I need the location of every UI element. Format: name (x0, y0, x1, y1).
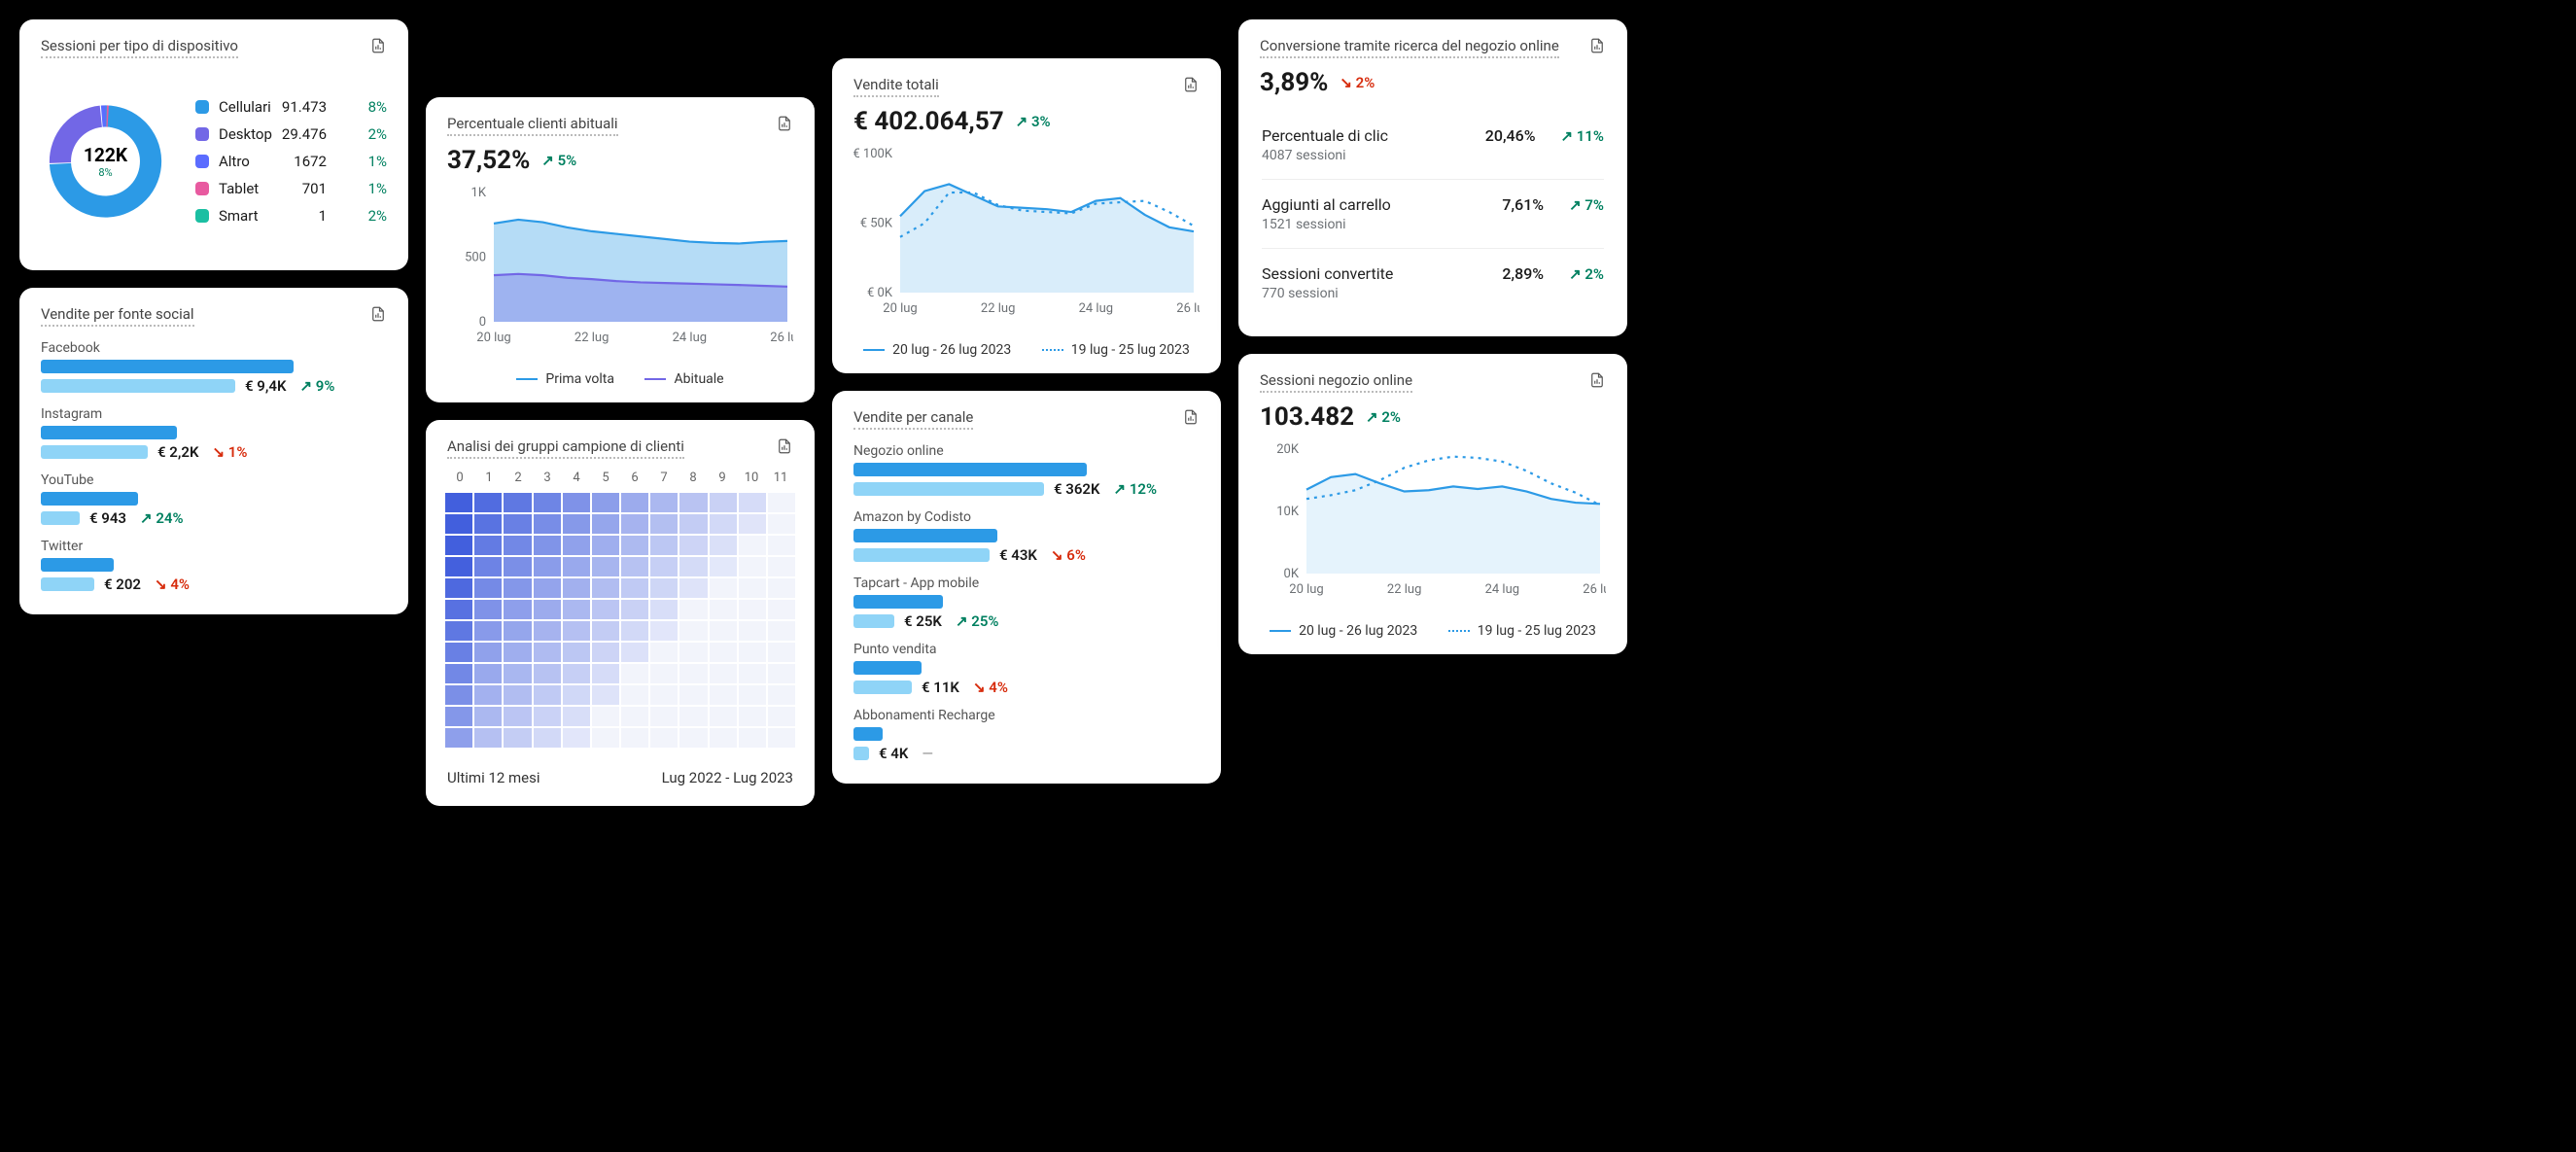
report-icon[interactable] (1182, 408, 1200, 426)
report-icon[interactable] (369, 305, 387, 323)
totalsales-chart: € 100K € 50K € 0K20 lug 22 lug 24 lug 26 lug (853, 146, 1200, 316)
bar-group: Tapcart - App mobile € 25K25% (853, 568, 1200, 630)
bar-group: Instagram € 2,2K1% (41, 399, 387, 461)
svg-text:500: 500 (465, 251, 486, 265)
card-title: Conversione tramite ricerca del negozio … (1260, 37, 1559, 58)
cohort-footer-right: Lug 2022 - Lug 2023 (662, 769, 793, 786)
svg-text:€ 100K: € 100K (853, 147, 893, 161)
svg-text:22 lug: 22 lug (1387, 582, 1421, 597)
card-cohort: Analisi dei gruppi campione di clienti 0… (426, 420, 815, 806)
card-title: Sessioni per tipo di dispositivo (41, 37, 238, 58)
bar-group: Facebook € 9,4K9% (41, 332, 387, 395)
card-sessions-by-device: Sessioni per tipo di dispositivo 122K 8%… (19, 19, 408, 270)
bar-group: Negozio online € 362K12% (853, 436, 1200, 498)
svg-text:€ 50K: € 50K (860, 217, 893, 231)
donut-legend: Cellulari91.4738%Desktop29.4762%Altro167… (195, 93, 387, 229)
conversion-delta: 2% (1340, 74, 1375, 91)
report-icon[interactable] (1588, 371, 1606, 389)
card-total-sales: Vendite totali € 402.064,57 3% € 100K € 5… (832, 58, 1221, 373)
svg-text:22 lug: 22 lug (574, 331, 609, 345)
card-sales-by-social: Vendite per fonte social Facebook € 9,4K… (19, 288, 408, 614)
svg-text:€ 0K: € 0K (867, 286, 893, 300)
legend-row: Desktop29.4762% (195, 121, 387, 148)
report-icon[interactable] (369, 37, 387, 54)
repeat-value: 37,52% (447, 146, 530, 175)
conversion-row: Sessioni convertite770 sessioni 2,89%2% (1262, 248, 1604, 317)
bar-group: Amazon by Codisto € 43K6% (853, 502, 1200, 564)
report-icon[interactable] (776, 115, 793, 132)
totalsales-legend: 20 lug - 26 lug 2023 19 lug - 25 lug 202… (832, 330, 1221, 373)
card-title: Percentuale clienti abituali (447, 115, 618, 136)
legend-row: Cellulari91.4738% (195, 93, 387, 121)
sessions-value: 103.482 (1260, 402, 1354, 432)
totalsales-delta: 3% (1016, 113, 1051, 130)
repeat-delta: 5% (541, 152, 576, 169)
svg-text:20 lug: 20 lug (1289, 582, 1323, 597)
donut-center-delta: 8% (98, 166, 112, 179)
svg-text:10K: 10K (1276, 505, 1300, 519)
sessions-chart: 20K 10K 0K20 lug 22 lug 24 lug 26 lug (1260, 441, 1606, 597)
donut-chart: 122K 8% (41, 74, 170, 249)
svg-text:26 lug: 26 lug (1583, 582, 1606, 597)
svg-text:20 lug: 20 lug (883, 301, 917, 316)
legend-row: Tablet7011% (195, 175, 387, 202)
svg-text:20 lug: 20 lug (476, 331, 510, 345)
svg-text:26 lug: 26 lug (770, 331, 793, 345)
totalsales-value: € 402.064,57 (853, 107, 1004, 136)
sessions-delta: 2% (1366, 408, 1401, 426)
repeat-chart: 1K 500 020 lug 22 lug 24 lug 26 lug (447, 185, 793, 345)
conversion-value: 3,89% (1260, 68, 1328, 97)
legend-row: Smart12% (195, 202, 387, 229)
bar-group: YouTube € 94324% (41, 465, 387, 527)
bar-group: Punto vendita € 11K4% (853, 634, 1200, 696)
cohort-footer-left: Ultimi 12 mesi (447, 769, 540, 786)
svg-text:24 lug: 24 lug (673, 331, 707, 345)
card-search-conversion: Conversione tramite ricerca del negozio … (1238, 19, 1627, 336)
report-icon[interactable] (776, 437, 793, 455)
conversion-row: Percentuale di clic4087 sessioni 20,46%1… (1262, 111, 1604, 179)
card-title: Vendite per fonte social (41, 305, 194, 327)
svg-text:24 lug: 24 lug (1485, 582, 1519, 597)
svg-text:20K: 20K (1276, 442, 1300, 457)
svg-text:0K: 0K (1284, 567, 1300, 581)
svg-text:0: 0 (479, 315, 486, 330)
svg-text:24 lug: 24 lug (1079, 301, 1113, 316)
conversion-row: Aggiunti al carrello1521 sessioni 7,61%7… (1262, 179, 1604, 248)
cohort-heatmap (426, 491, 815, 755)
donut-center-value: 122K (84, 144, 128, 166)
svg-text:26 lug: 26 lug (1176, 301, 1200, 316)
card-title: Analisi dei gruppi campione di clienti (447, 437, 684, 459)
sessions-legend: 20 lug - 26 lug 2023 19 lug - 25 lug 202… (1238, 611, 1627, 654)
card-title: Vendite per canale (853, 408, 973, 430)
card-title: Sessioni negozio online (1260, 371, 1412, 393)
card-title: Vendite totali (853, 76, 939, 97)
legend-row: Altro16721% (195, 148, 387, 175)
card-sales-by-channel: Vendite per canale Negozio online € 362K… (832, 391, 1221, 784)
card-repeat-customers: Percentuale clienti abituali 37,52% 5% 1… (426, 97, 815, 402)
svg-text:1K: 1K (471, 186, 487, 200)
bar-group: Abbonamenti Recharge € 4K— (853, 700, 1200, 762)
report-icon[interactable] (1182, 76, 1200, 93)
report-icon[interactable] (1588, 37, 1606, 54)
repeat-legend: Prima volta Abituale (426, 359, 815, 402)
bar-group: Twitter € 2024% (41, 531, 387, 593)
card-online-sessions: Sessioni negozio online 103.482 2% 20K 10… (1238, 354, 1627, 654)
svg-text:22 lug: 22 lug (981, 301, 1015, 316)
